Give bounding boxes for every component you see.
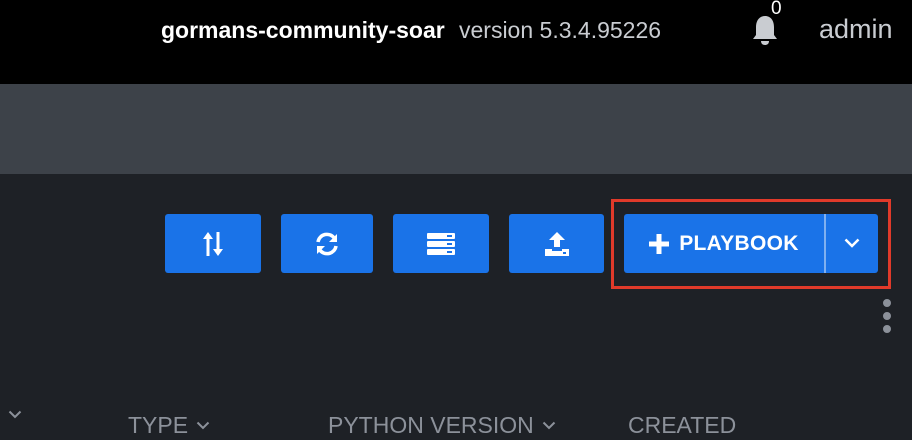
chevron-down-icon [844, 235, 860, 253]
add-playbook-label: PLAYBOOK [679, 231, 799, 255]
upload-button[interactable] [509, 214, 604, 273]
upload-icon [544, 231, 570, 257]
column-header-python-version[interactable]: PYTHON VERSION [328, 410, 556, 440]
refresh-icon [314, 231, 340, 257]
plus-icon [649, 233, 670, 254]
user-menu[interactable]: admin [819, 12, 893, 46]
playbook-split-button: PLAYBOOK [624, 214, 878, 273]
refresh-button[interactable] [281, 214, 373, 273]
column-header-created[interactable]: CREATED [628, 410, 736, 440]
column-label: PYTHON VERSION [328, 412, 534, 438]
sort-icon [202, 230, 224, 258]
playbook-menu-toggle[interactable] [826, 214, 878, 273]
page-banner [0, 84, 912, 174]
playbooks-page: gormans-community-soar version 5.3.4.952… [0, 0, 912, 440]
sort-button[interactable] [165, 214, 261, 273]
chevron-down-icon [8, 410, 22, 419]
notification-count: 0 [771, 0, 782, 19]
column-label: CREATED [628, 412, 737, 438]
instance-name: gormans-community-soar [161, 17, 445, 43]
server-list-button[interactable] [393, 214, 489, 273]
column-label: TYPE [128, 412, 189, 438]
more-options-icon[interactable] [880, 297, 894, 337]
column-header-type[interactable]: TYPE [128, 410, 210, 440]
version-label: version 5.3.4.95226 [459, 17, 662, 43]
server-list-icon [426, 232, 456, 256]
chevron-down-icon [196, 421, 210, 430]
chevron-down-icon [542, 421, 556, 430]
top-bar: gormans-community-soar version 5.3.4.952… [0, 0, 912, 84]
add-playbook-button[interactable]: PLAYBOOK [624, 214, 824, 273]
column-header-name[interactable] [0, 410, 22, 419]
